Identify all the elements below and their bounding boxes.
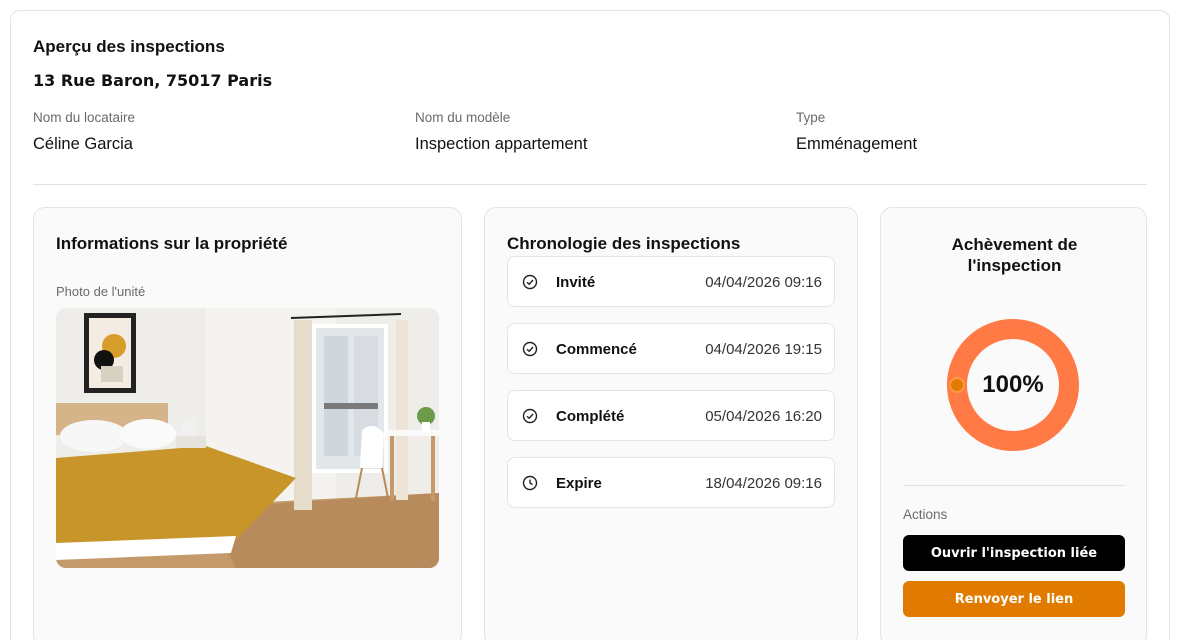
tenant-name-label: Nom du locataire — [33, 110, 136, 125]
template-name-label: Nom du modèle — [415, 110, 511, 125]
type-label: Type — [796, 110, 826, 125]
template-name-value: Inspection appartement — [415, 135, 588, 153]
property-info-title: Informations sur la propriété — [56, 234, 288, 253]
timeline-item-completed: Complété 05/04/2026 16:20 — [507, 390, 835, 441]
actions-label: Actions — [903, 507, 948, 522]
timeline-item-name: Expire — [556, 475, 602, 492]
completion-panel: Achèvement de l'inspection 100% Actions … — [880, 207, 1147, 640]
unit-photo[interactable] — [56, 308, 439, 568]
check-circle-icon — [522, 274, 538, 290]
timeline-title: Chronologie des inspections — [507, 234, 741, 253]
header-divider — [33, 184, 1147, 185]
clock-icon — [522, 475, 538, 491]
tenant-name-field: Nom du locataire Céline Garcia — [33, 110, 135, 154]
property-address: 13 Rue Baron, 75017 Paris — [33, 71, 273, 90]
actions-divider — [903, 485, 1125, 486]
timeline-item-date: 05/04/2026 16:20 — [705, 408, 822, 425]
check-circle-icon — [522, 341, 538, 357]
timeline-item-name: Commencé — [556, 341, 637, 358]
page-title: Aperçu des inspections — [33, 37, 225, 56]
type-field: Type Emménagement — [796, 110, 917, 154]
timeline-item-date: 18/04/2026 09:16 — [705, 475, 822, 492]
completion-progress-ring: 100% — [943, 315, 1083, 455]
inspection-timeline-panel: Chronologie des inspections Invité 04/04… — [484, 207, 858, 640]
property-info-panel: Informations sur la propriété Photo de l… — [33, 207, 462, 640]
timeline-item-name: Complété — [556, 408, 625, 425]
timeline-item-name: Invité — [556, 274, 596, 291]
template-name-field: Nom du modèle Inspection appartement — [415, 110, 587, 154]
type-value: Emménagement — [796, 135, 918, 153]
check-circle-icon — [522, 408, 538, 424]
completion-percent: 100% — [982, 371, 1044, 398]
completion-title: Achèvement de l'inspection — [951, 235, 1078, 275]
bedroom-illustration — [56, 308, 439, 568]
timeline-item-invited: Invité 04/04/2026 09:16 — [507, 256, 835, 307]
open-linked-inspection-button[interactable]: Ouvrir l'inspection liée — [903, 535, 1125, 571]
timeline-item-date: 04/04/2026 09:16 — [705, 274, 822, 291]
unit-photo-label: Photo de l'unité — [56, 284, 146, 299]
timeline-item-date: 04/04/2026 19:15 — [705, 341, 822, 358]
tenant-name-value: Céline Garcia — [33, 135, 133, 153]
timeline-item-expires: Expire 18/04/2026 09:16 — [507, 457, 835, 508]
resend-link-button[interactable]: Renvoyer le lien — [903, 581, 1125, 617]
timeline-item-started: Commencé 04/04/2026 19:15 — [507, 323, 835, 374]
